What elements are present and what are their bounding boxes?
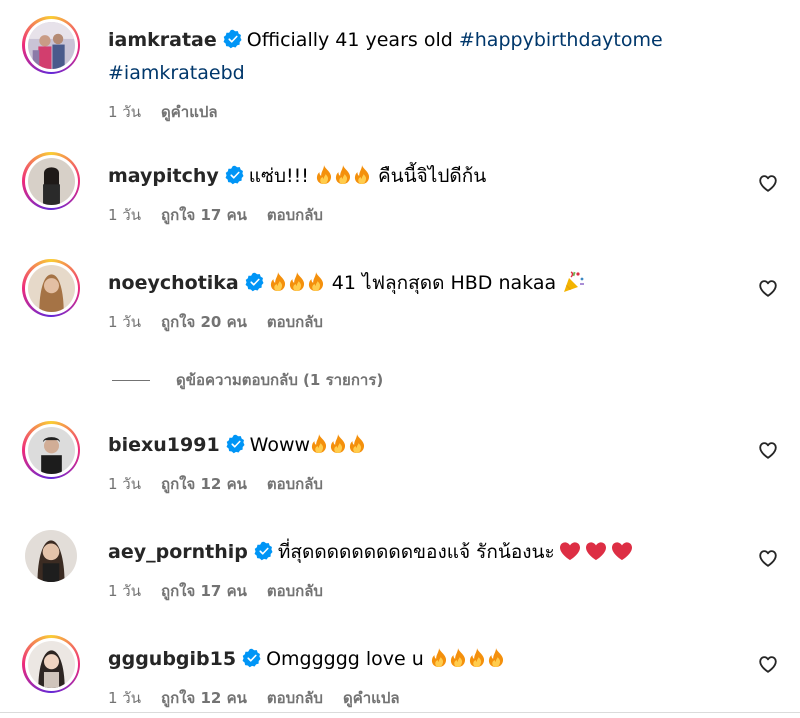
comment-text: Omggggg love u [266,648,424,670]
fire-icon [310,433,328,455]
reply-button[interactable]: ตอบกลับ [267,582,323,600]
avatar-ring[interactable] [22,635,80,693]
comment-text: 41 ไฟลุกสุดด HBD nakaa [331,272,557,294]
see-translation-button[interactable]: ดูคำแปล [161,103,218,121]
fire-emoji-group [430,648,506,670]
avatar [27,640,75,688]
heart-outline-icon[interactable] [757,277,779,299]
fire-icon [430,647,448,669]
heart-outline-icon[interactable] [757,172,779,194]
heart-outline-icon[interactable] [757,547,779,569]
view-replies-label: ดูข้อความตอบกลับ (1 รายการ) [176,371,384,389]
likes-count[interactable]: ถูกใจ 17 คน [161,206,247,224]
avatar-ring[interactable] [22,152,80,210]
comment-username[interactable]: aey_pornthip [108,541,248,563]
verified-badge-icon [254,541,274,561]
avatar [27,264,75,312]
avatar-ring[interactable] [22,16,80,74]
avatar-ring[interactable] [25,530,77,582]
fire-emoji-group [269,272,326,294]
comment-username[interactable]: gggubgib15 [108,648,236,670]
reply-button[interactable]: ตอบกลับ [267,475,323,493]
hashtag-link[interactable]: #happybirthdaytome [459,29,663,51]
red-heart-icon [585,541,607,561]
fire-emoji-group [310,434,367,456]
comment-username[interactable]: maypitchy [108,165,219,187]
party-popper-icon [562,270,586,294]
see-translation-button[interactable]: ดูคำแปล [343,689,400,707]
red-heart-icon [559,541,581,561]
avatar [27,21,75,69]
avatar [27,426,75,474]
fire-icon [269,271,287,293]
comment-text: คืนนี้จิไปดีก้น [377,165,487,187]
fire-icon [353,164,371,186]
timestamp[interactable]: 1 วัน [108,475,141,493]
fire-icon [468,647,486,669]
comment-text: ที่สุดดดดดดดดดของแจ้ รักน้องนะ [277,541,555,563]
divider [112,379,150,381]
fire-icon [329,433,347,455]
comment-text: Woww [249,434,311,456]
avatar-ring[interactable] [22,259,80,317]
heart-outline-icon[interactable] [757,653,779,675]
verified-badge-icon [242,648,262,668]
post-username[interactable]: iamkratae [108,29,217,51]
reply-button[interactable]: ตอบกลับ [267,313,323,331]
heart-emoji-group [555,541,633,563]
avatar [25,530,77,582]
view-replies-button[interactable]: ดูข้อความตอบกลับ (1 รายการ) [112,368,383,392]
fire-icon [288,271,306,293]
fire-emoji-group [315,165,372,187]
timestamp[interactable]: 1 วัน [108,103,141,121]
hashtag-link[interactable]: #iamkrataebd [108,62,245,84]
avatar [27,157,75,205]
verified-badge-icon [225,165,245,185]
verified-badge-icon [223,29,243,49]
comment-username[interactable]: biexu1991 [108,434,220,456]
likes-count[interactable]: ถูกใจ 12 คน [161,689,247,707]
likes-count[interactable]: ถูกใจ 12 คน [161,475,247,493]
verified-badge-icon [245,272,265,292]
heart-outline-icon[interactable] [757,439,779,461]
likes-count[interactable]: ถูกใจ 17 คน [161,582,247,600]
fire-icon [315,164,333,186]
comment-username[interactable]: noeychotika [108,272,239,294]
timestamp[interactable]: 1 วัน [108,582,141,600]
red-heart-icon [611,541,633,561]
avatar-ring[interactable] [22,421,80,479]
fire-icon [334,164,352,186]
comment-text: แซ่บ!!! [248,165,309,187]
reply-button[interactable]: ตอบกลับ [267,206,323,224]
fire-icon [487,647,505,669]
fire-icon [348,433,366,455]
timestamp[interactable]: 1 วัน [108,689,141,707]
post-text: Officially 41 years old [246,29,453,51]
timestamp[interactable]: 1 วัน [108,313,141,331]
timestamp[interactable]: 1 วัน [108,206,141,224]
fire-icon [449,647,467,669]
divider [0,712,800,713]
likes-count[interactable]: ถูกใจ 20 คน [161,313,247,331]
reply-button[interactable]: ตอบกลับ [267,689,323,707]
fire-icon [307,271,325,293]
verified-badge-icon [226,434,246,454]
